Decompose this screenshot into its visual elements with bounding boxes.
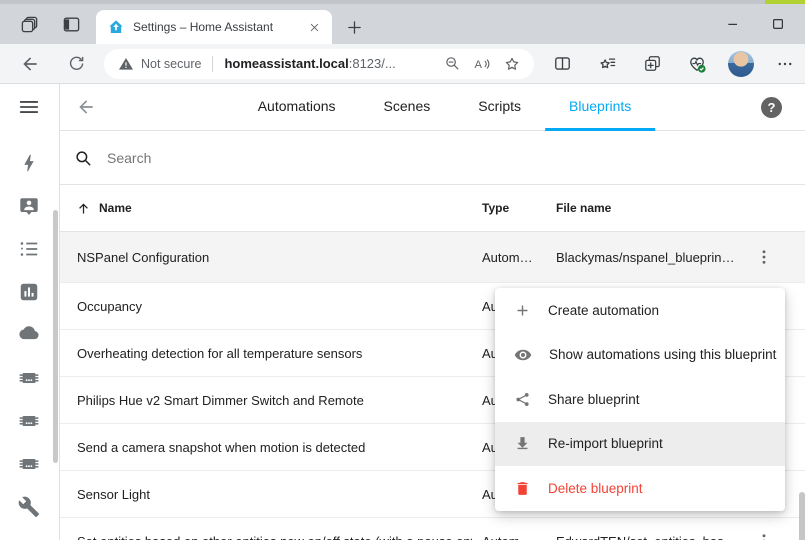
chip-icon[interactable] xyxy=(17,452,41,476)
eye-icon xyxy=(514,346,532,364)
table-header: Name Type File name xyxy=(60,185,805,232)
tab-automations[interactable]: Automations xyxy=(234,84,360,131)
read-aloud-icon[interactable]: A xyxy=(470,52,494,76)
chip-icon[interactable] xyxy=(17,409,41,433)
home-assistant-favicon xyxy=(108,19,124,35)
warning-triangle-icon xyxy=(118,56,134,72)
sidebar-scrollbar[interactable] xyxy=(53,210,58,463)
row-type: Autom… xyxy=(482,250,533,265)
history-chart-icon[interactable] xyxy=(17,280,41,304)
cloud-icon[interactable] xyxy=(17,323,41,347)
page-scrollbar[interactable] xyxy=(799,492,805,540)
table-row[interactable]: Set entities based on other entities new… xyxy=(60,518,805,540)
ha-back-arrow-icon[interactable] xyxy=(76,97,96,117)
browser-essentials-icon[interactable] xyxy=(683,50,711,78)
search-input[interactable] xyxy=(105,149,805,167)
blueprint-context-menu: Create automation Show automations using… xyxy=(495,288,785,511)
menu-item-show-automations[interactable]: Show automations using this blueprint xyxy=(495,333,785,378)
tab-title: Settings – Home Assistant xyxy=(133,20,304,34)
minimize-icon[interactable] xyxy=(725,16,741,32)
more-ellipsis-icon[interactable] xyxy=(771,50,799,78)
browser-tab[interactable]: Settings – Home Assistant xyxy=(96,10,332,44)
column-header-type[interactable]: Type xyxy=(482,201,509,215)
row-name: Send a camera snapshot when motion is de… xyxy=(77,440,365,455)
security-label[interactable]: Not secure xyxy=(141,57,201,71)
help-icon[interactable]: ? xyxy=(761,97,782,118)
wrench-icon[interactable] xyxy=(17,495,41,519)
zoom-out-icon[interactable] xyxy=(440,52,464,76)
row-type: Autom… xyxy=(482,534,533,540)
row-name: NSPanel Configuration xyxy=(77,250,209,265)
menu-item-reimport-blueprint[interactable]: Re-import blueprint xyxy=(495,422,785,467)
lightning-bolt-icon[interactable] xyxy=(17,151,41,175)
row-overflow-menu-icon[interactable] xyxy=(754,245,774,269)
new-tab-icon[interactable] xyxy=(340,13,368,41)
tab-close-icon[interactable] xyxy=(304,17,324,37)
browser-toolbar: Not secure homeassistant.local:8123/... … xyxy=(0,44,805,84)
ha-sidebar xyxy=(0,84,60,540)
maximize-icon[interactable] xyxy=(770,16,786,32)
download-icon xyxy=(514,435,531,452)
profile-avatar[interactable] xyxy=(728,51,754,77)
svg-text:A: A xyxy=(475,58,483,70)
workspaces-icon[interactable] xyxy=(15,10,43,38)
back-arrow-icon[interactable] xyxy=(16,50,44,78)
ha-header: Automations Scenes Scripts Blueprints ? xyxy=(60,84,805,131)
row-name: Overheating detection for all temperatur… xyxy=(77,346,362,361)
collections-icon[interactable] xyxy=(638,50,666,78)
row-name: Philips Hue v2 Smart Dimmer Switch and R… xyxy=(77,393,364,408)
plus-icon xyxy=(514,302,531,319)
menu-item-share-blueprint[interactable]: Share blueprint xyxy=(495,377,785,422)
menu-hamburger-icon[interactable] xyxy=(18,96,40,123)
ha-nav-tabs: Automations Scenes Scripts Blueprints xyxy=(234,84,656,131)
menu-item-create-automation[interactable]: Create automation xyxy=(495,288,785,333)
split-screen-icon[interactable] xyxy=(548,50,576,78)
url-host[interactable]: homeassistant.local xyxy=(224,56,348,71)
address-divider xyxy=(212,56,213,72)
tab-blueprints[interactable]: Blueprints xyxy=(545,84,655,131)
sort-arrow-up-icon xyxy=(76,201,91,216)
favorite-star-icon[interactable] xyxy=(500,52,524,76)
trash-icon xyxy=(514,480,531,497)
url-path[interactable]: :8123/... xyxy=(349,56,396,71)
vertical-tabs-icon[interactable] xyxy=(57,10,85,38)
row-overflow-menu-icon[interactable] xyxy=(754,529,774,540)
chip-icon[interactable] xyxy=(17,366,41,390)
table-row[interactable]: NSPanel Configuration Autom… Blackymas/n… xyxy=(60,232,805,283)
column-header-file[interactable]: File name xyxy=(556,201,611,215)
todo-list-icon[interactable] xyxy=(17,237,41,261)
row-name: Set entities based on other entities new… xyxy=(77,534,472,540)
tab-scenes[interactable]: Scenes xyxy=(360,84,455,131)
row-name: Occupancy xyxy=(77,299,142,314)
search-row xyxy=(60,131,805,185)
column-header-name[interactable]: Name xyxy=(76,201,132,216)
address-bar[interactable]: Not secure homeassistant.local:8123/... … xyxy=(104,49,534,79)
refresh-icon[interactable] xyxy=(62,50,90,78)
tab-scripts[interactable]: Scripts xyxy=(454,84,545,131)
person-badge-icon[interactable] xyxy=(17,194,41,218)
browser-tabstrip: Settings – Home Assistant xyxy=(0,4,805,44)
row-file: EdwardTEN/set_entities_bas… xyxy=(556,534,737,540)
row-name: Sensor Light xyxy=(77,487,150,502)
menu-item-delete-blueprint[interactable]: Delete blueprint xyxy=(495,466,785,511)
browser-window: Settings – Home Assistant xyxy=(0,0,805,540)
search-icon xyxy=(74,149,92,167)
share-icon xyxy=(514,391,531,408)
row-file: Blackymas/nspanel_blueprin… xyxy=(556,250,734,265)
favorites-icon[interactable] xyxy=(593,50,621,78)
